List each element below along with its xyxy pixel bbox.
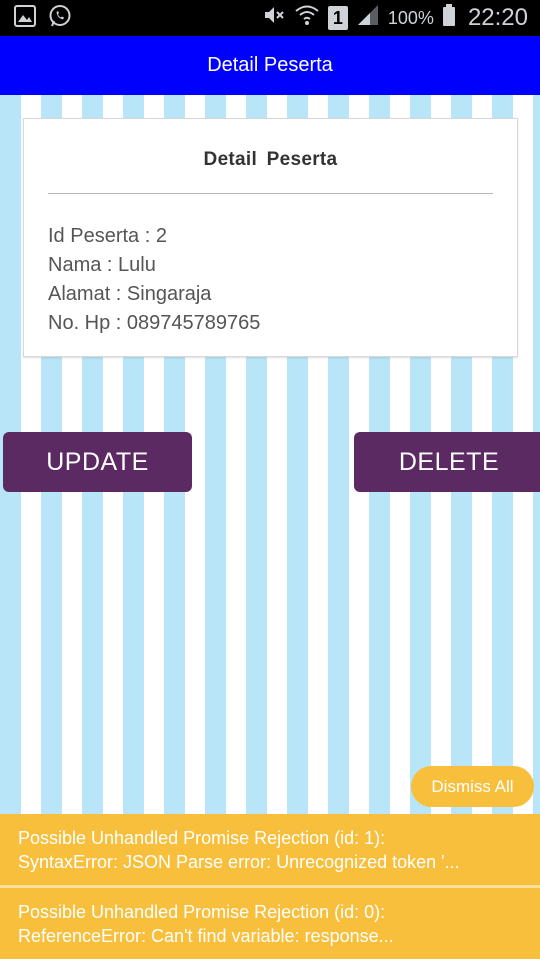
signal-icon bbox=[356, 3, 380, 33]
warning-title: Possible Unhandled Promise Rejection (id… bbox=[18, 902, 386, 922]
wifi-icon bbox=[294, 3, 320, 33]
battery-percent: 100% bbox=[387, 7, 434, 28]
app-bar: Detail Peserta bbox=[0, 36, 540, 95]
dismiss-all-button[interactable]: Dismiss All bbox=[411, 766, 534, 807]
card-divider bbox=[48, 193, 493, 194]
sim-slot-icon: 1 bbox=[327, 6, 348, 30]
warning-message: SyntaxError: JSON Parse error: Unrecogni… bbox=[18, 852, 460, 872]
delete-button[interactable]: DELETE bbox=[354, 432, 540, 492]
warning-banner[interactable]: Possible Unhandled Promise Rejection (id… bbox=[0, 888, 540, 959]
warning-message: ReferenceError: Can't find variable: res… bbox=[18, 926, 394, 946]
warning-title: Possible Unhandled Promise Rejection (id… bbox=[18, 828, 386, 848]
mute-icon bbox=[262, 3, 286, 33]
app-bar-title: Detail Peserta bbox=[207, 54, 333, 76]
sim-slot-number: 1 bbox=[332, 7, 343, 28]
content-area: Detail Peserta Id Peserta : 2 Nama : Lul… bbox=[0, 95, 540, 814]
detail-card: Detail Peserta Id Peserta : 2 Nama : Lul… bbox=[23, 118, 518, 357]
battery-icon bbox=[442, 3, 456, 33]
warning-banner[interactable]: Possible Unhandled Promise Rejection (id… bbox=[0, 814, 540, 885]
status-bar: 1 100% 22:20 bbox=[0, 0, 540, 36]
clock: 22:20 bbox=[467, 4, 528, 31]
whatsapp-icon bbox=[48, 4, 72, 33]
participant-id: Id Peserta : 2 bbox=[48, 225, 167, 247]
participant-phone: No. Hp : 089745789765 bbox=[48, 312, 261, 334]
gallery-icon bbox=[14, 4, 36, 32]
participant-address: Alamat : Singaraja bbox=[48, 283, 212, 305]
participant-name: Nama : Lulu bbox=[48, 254, 156, 276]
card-title: Detail Peserta bbox=[203, 149, 338, 170]
update-button[interactable]: UPDATE bbox=[3, 432, 192, 492]
